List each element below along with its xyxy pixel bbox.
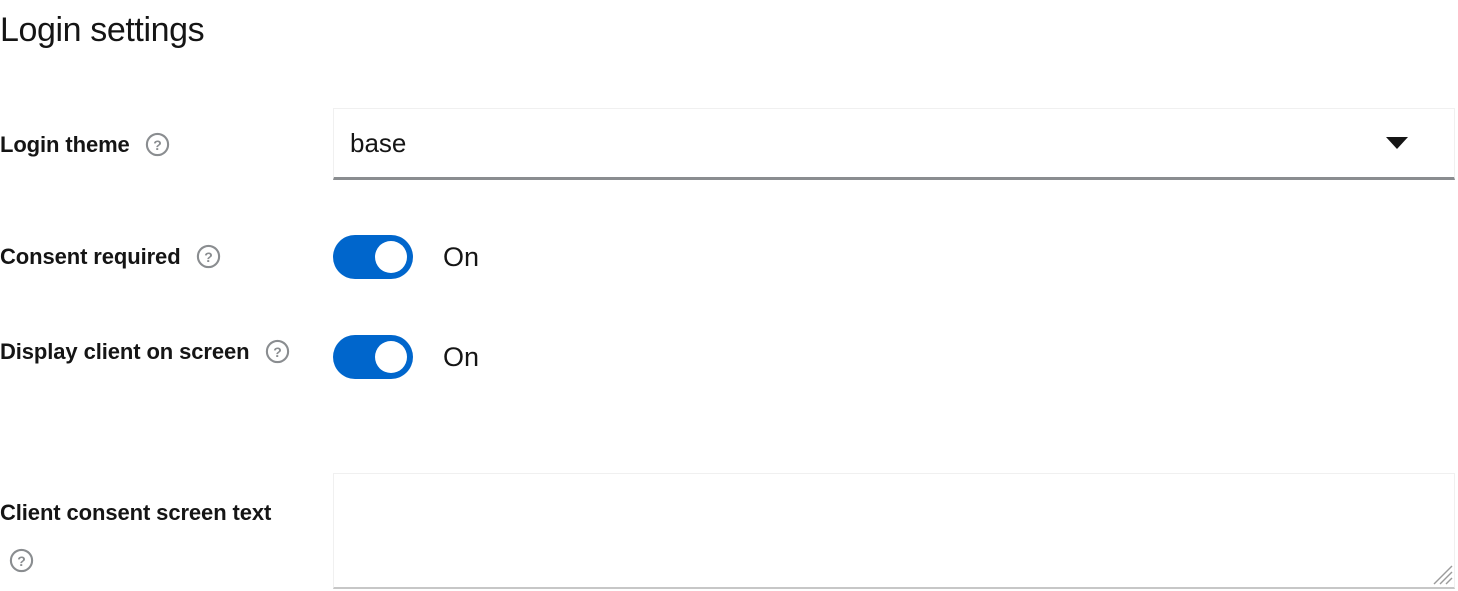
toggle-knob [375,241,407,273]
display-client-on-screen-state-label: On [443,341,480,372]
control-display-client-on-screen: On [333,328,1455,386]
switch-wrap-consent-required: On [333,228,1455,286]
label-display-client-on-screen: Display client on screen ? [0,328,300,376]
login-theme-select[interactable]: base [333,108,1455,180]
form-row-login-theme: Login theme ? base [0,108,1458,182]
label-consent-required-text: Consent required [0,244,181,269]
login-theme-selected-value: base [350,128,407,158]
label-client-consent-screen-text-text: Client consent screen text [0,500,272,525]
label-login-theme-text: Login theme [0,132,130,157]
form-row-client-consent-screen-text: Client consent screen text ? [0,473,1458,591]
label-login-theme: Login theme ? [0,108,300,182]
label-consent-required: Consent required ? [0,228,300,286]
switch-wrap-display-client-on-screen: On [333,328,1455,386]
form-row-consent-required: Consent required ? On [0,228,1458,286]
chevron-down-icon[interactable] [1386,137,1408,149]
svg-text:?: ? [273,344,281,360]
client-consent-screen-text-input[interactable] [333,473,1455,589]
svg-text:?: ? [17,553,25,569]
consent-required-state-label: On [443,241,480,272]
help-icon-display-client-on-screen[interactable]: ? [265,339,290,364]
svg-text:?: ? [204,249,212,265]
help-icon-consent-required[interactable]: ? [196,244,221,269]
control-client-consent-screen-text [333,473,1455,589]
toggle-knob [375,341,407,373]
label-display-client-on-screen-text: Display client on screen [0,339,250,364]
page-title: Login settings [0,11,205,49]
svg-text:?: ? [153,137,161,153]
consent-required-toggle[interactable] [333,235,413,279]
help-icon-login-theme[interactable]: ? [145,132,170,157]
textarea-holder [333,473,1455,589]
display-client-on-screen-toggle[interactable] [333,335,413,379]
help-icon-client-consent-screen-text[interactable]: ? [9,548,34,573]
control-login-theme: base [333,108,1455,180]
form-row-display-client-on-screen: Display client on screen ? On [0,328,1458,432]
label-client-consent-screen-text: Client consent screen text ? [0,489,300,585]
control-consent-required: On [333,228,1455,286]
